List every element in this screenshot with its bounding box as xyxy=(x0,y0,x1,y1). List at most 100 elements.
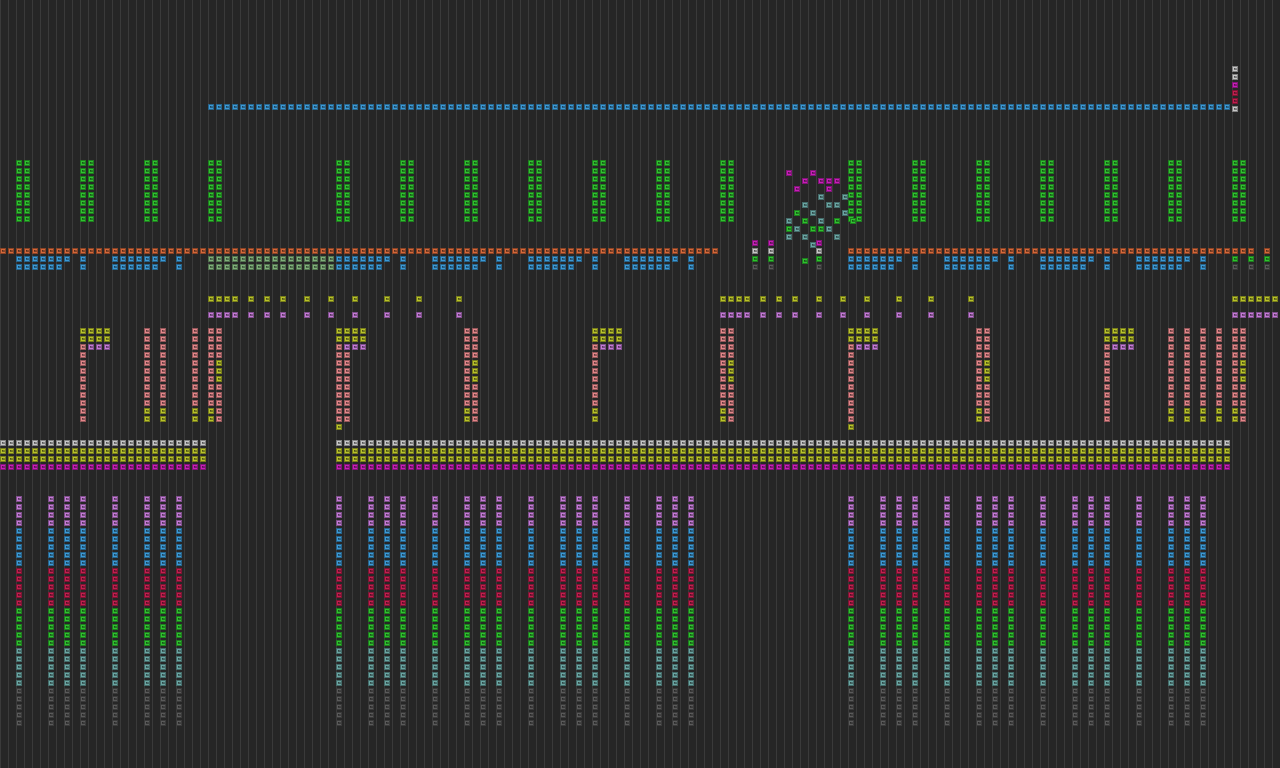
midi-note[interactable]: B4 xyxy=(576,504,582,510)
midi-note[interactable]: B4 xyxy=(208,312,214,318)
midi-note[interactable]: B4 xyxy=(528,632,534,638)
midi-note[interactable]: B4 xyxy=(848,656,854,662)
midi-note[interactable]: B4 xyxy=(976,416,982,422)
midi-note[interactable]: B4 xyxy=(464,552,470,558)
midi-note[interactable]: B4 xyxy=(728,168,734,174)
midi-note[interactable]: B4 xyxy=(1072,576,1078,582)
midi-note[interactable]: B4 xyxy=(1136,256,1142,262)
midi-note[interactable]: B4 xyxy=(1000,448,1006,454)
midi-note[interactable]: B4 xyxy=(944,656,950,662)
midi-note[interactable]: B4 xyxy=(688,648,694,654)
midi-note[interactable]: B4 xyxy=(384,672,390,678)
midi-note[interactable]: B4 xyxy=(792,440,798,446)
midi-note[interactable]: B4 xyxy=(464,440,470,446)
midi-note[interactable]: B4 xyxy=(16,616,22,622)
midi-note[interactable]: B4 xyxy=(704,464,710,470)
midi-note[interactable]: B4 xyxy=(872,456,878,462)
midi-note[interactable]: B4 xyxy=(184,440,190,446)
midi-note[interactable]: B4 xyxy=(464,608,470,614)
midi-note[interactable]: B4 xyxy=(192,392,198,398)
midi-note[interactable]: B4 xyxy=(208,384,214,390)
midi-note[interactable]: B4 xyxy=(736,312,742,318)
midi-note[interactable]: B4 xyxy=(208,176,214,182)
midi-note[interactable]: B4 xyxy=(1088,600,1094,606)
midi-note[interactable]: B4 xyxy=(344,104,350,110)
midi-note[interactable]: B4 xyxy=(848,560,854,566)
midi-note[interactable]: B4 xyxy=(400,640,406,646)
midi-note[interactable]: B4 xyxy=(856,256,862,262)
midi-note[interactable]: B4 xyxy=(560,560,566,566)
midi-note[interactable]: B4 xyxy=(688,680,694,686)
midi-note[interactable]: B4 xyxy=(24,184,30,190)
midi-note[interactable]: B4 xyxy=(464,616,470,622)
midi-note[interactable]: B4 xyxy=(480,552,486,558)
midi-note[interactable]: B4 xyxy=(826,202,832,208)
midi-note[interactable]: B4 xyxy=(1088,592,1094,598)
midi-note[interactable]: B4 xyxy=(120,464,126,470)
midi-note[interactable]: B4 xyxy=(64,248,70,254)
midi-note[interactable]: B4 xyxy=(1168,624,1174,630)
midi-note[interactable]: B4 xyxy=(408,168,414,174)
midi-note[interactable]: B4 xyxy=(1200,336,1206,342)
midi-note[interactable]: B4 xyxy=(592,584,598,590)
midi-note[interactable]: B4 xyxy=(632,456,638,462)
midi-note[interactable]: B4 xyxy=(88,184,94,190)
midi-note[interactable]: B4 xyxy=(1016,440,1022,446)
midi-note[interactable]: B4 xyxy=(672,696,678,702)
midi-note[interactable]: B4 xyxy=(1040,184,1046,190)
midi-note[interactable]: B4 xyxy=(400,624,406,630)
midi-note[interactable]: B4 xyxy=(456,256,462,262)
midi-note[interactable]: B4 xyxy=(16,448,22,454)
midi-note[interactable]: B4 xyxy=(1232,82,1238,88)
midi-note[interactable]: B4 xyxy=(1184,584,1190,590)
midi-note[interactable]: B4 xyxy=(176,528,182,534)
midi-note[interactable]: B4 xyxy=(880,696,886,702)
midi-note[interactable]: B4 xyxy=(48,504,54,510)
midi-note[interactable]: B4 xyxy=(384,560,390,566)
midi-note[interactable]: B4 xyxy=(624,672,630,678)
midi-note[interactable]: B4 xyxy=(368,712,374,718)
midi-note[interactable]: B4 xyxy=(944,624,950,630)
midi-note[interactable]: B4 xyxy=(768,104,774,110)
midi-note[interactable]: B4 xyxy=(192,336,198,342)
midi-note[interactable]: B4 xyxy=(208,264,214,270)
midi-note[interactable]: B4 xyxy=(240,248,246,254)
midi-note[interactable]: B4 xyxy=(720,464,726,470)
midi-note[interactable]: B4 xyxy=(880,440,886,446)
midi-note[interactable]: B4 xyxy=(536,176,542,182)
midi-note[interactable]: B4 xyxy=(544,448,550,454)
midi-note[interactable]: B4 xyxy=(80,584,86,590)
midi-note[interactable]: B4 xyxy=(464,328,470,334)
midi-note[interactable]: B4 xyxy=(16,176,22,182)
midi-note[interactable]: B4 xyxy=(88,176,94,182)
midi-note[interactable]: B4 xyxy=(216,408,222,414)
midi-note[interactable]: B4 xyxy=(1240,360,1246,366)
midi-note[interactable]: B4 xyxy=(968,296,974,302)
midi-note[interactable]: B4 xyxy=(976,576,982,582)
midi-note[interactable]: B4 xyxy=(416,448,422,454)
midi-note[interactable]: B4 xyxy=(368,256,374,262)
midi-note[interactable]: B4 xyxy=(810,210,816,216)
midi-note[interactable]: B4 xyxy=(976,264,982,270)
midi-note[interactable]: B4 xyxy=(352,336,358,342)
midi-note[interactable]: B4 xyxy=(160,624,166,630)
midi-note[interactable]: B4 xyxy=(344,200,350,206)
midi-note[interactable]: B4 xyxy=(1184,448,1190,454)
midi-note[interactable]: B4 xyxy=(472,256,478,262)
midi-note[interactable]: B4 xyxy=(880,704,886,710)
midi-note[interactable]: B4 xyxy=(744,464,750,470)
midi-note[interactable]: B4 xyxy=(48,536,54,542)
midi-note[interactable]: B4 xyxy=(480,248,486,254)
midi-note[interactable]: B4 xyxy=(728,456,734,462)
midi-note[interactable]: B4 xyxy=(1168,184,1174,190)
midi-note[interactable]: B4 xyxy=(400,656,406,662)
midi-note[interactable]: B4 xyxy=(368,264,374,270)
midi-note[interactable]: B4 xyxy=(488,248,494,254)
midi-note[interactable]: B4 xyxy=(160,568,166,574)
midi-note[interactable]: B4 xyxy=(552,104,558,110)
midi-note[interactable]: B4 xyxy=(1128,344,1134,350)
midi-note[interactable]: B4 xyxy=(352,264,358,270)
midi-note[interactable]: B4 xyxy=(528,568,534,574)
midi-note[interactable]: B4 xyxy=(336,200,342,206)
midi-note[interactable]: B4 xyxy=(1104,664,1110,670)
